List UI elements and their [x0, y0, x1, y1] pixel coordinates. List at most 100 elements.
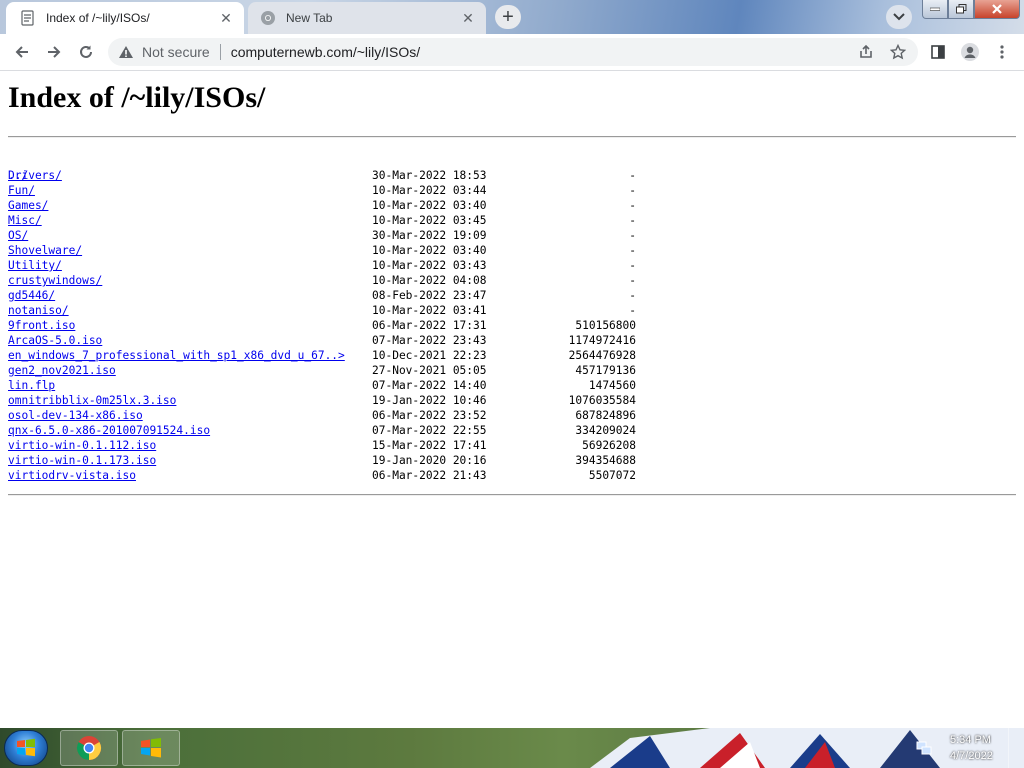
clock-time[interactable]: 5:34 PM [950, 734, 991, 746]
list-item: notaniso/10-Mar-2022 03:41 - [8, 303, 636, 318]
list-item: qnx-6.5.0-x86-201007091524.iso 07-Mar-202… [8, 423, 636, 438]
entry-size: - [629, 259, 636, 272]
list-item: virtio-win-0.1.112.iso 15-Mar-2022 17:41 5… [8, 438, 636, 453]
show-desktop-button[interactable] [1008, 728, 1022, 768]
entry-link[interactable]: virtio-win-0.1.173.iso [8, 453, 156, 468]
entry-link[interactable]: OS/ [8, 228, 28, 243]
entry-date: 30-Mar-2022 18:53 [372, 169, 487, 182]
entry-date: 07-Mar-2022 22:55 [372, 424, 487, 437]
entry-link[interactable]: Shovelware/ [8, 243, 82, 258]
chrome-favicon-icon [260, 10, 276, 26]
entry-size: 2564476928 [568, 349, 636, 362]
entry-date: 27-Nov-2021 05:05 [372, 364, 487, 377]
entry-link[interactable]: virtiodrv-vista.iso [8, 468, 136, 483]
kebab-menu-icon[interactable] [988, 38, 1016, 66]
entry-size: 5507072 [588, 469, 636, 482]
network-icon[interactable] [916, 740, 932, 756]
list-item: Drivers/30-Mar-2022 18:53 - [8, 168, 636, 183]
entry-size: - [629, 229, 636, 242]
system-tray: 5:34 PM 4/7/2022 [910, 728, 1024, 768]
list-item: omnitribblix-0m25lx.3.iso 19-Jan-2022 10:… [8, 393, 636, 408]
entry-link[interactable]: Fun/ [8, 183, 35, 198]
top-divider [8, 136, 1016, 138]
tab-index-of-isos[interactable]: Index of /~lily/ISOs/ ✕ [6, 2, 244, 34]
share-icon[interactable] [852, 38, 880, 66]
list-item: ArcaOS-5.0.iso 07-Mar-2022 23:43 117497241… [8, 333, 636, 348]
list-item: OS/30-Mar-2022 19:09 - [8, 228, 636, 243]
tab-close-icon[interactable]: ✕ [458, 8, 478, 28]
entry-link[interactable]: Utility/ [8, 258, 62, 273]
minimize-icon[interactable] [922, 0, 948, 19]
list-item: en_windows_7_professional_with_sp1_x86_d… [8, 348, 636, 363]
tab-search-chevron-icon[interactable] [886, 5, 912, 29]
list-item: Shovelware/10-Mar-2022 03:40 - [8, 243, 636, 258]
entry-date: 06-Mar-2022 21:43 [372, 469, 487, 482]
taskbar-chrome-icon[interactable] [60, 730, 118, 766]
tab-new-tab[interactable]: New Tab ✕ [248, 2, 486, 34]
security-indicator[interactable]: Not secure [108, 44, 210, 60]
start-button-windows-icon[interactable] [4, 730, 48, 766]
entry-date: 10-Mar-2022 03:41 [372, 304, 487, 317]
entry-link[interactable]: notaniso/ [8, 303, 69, 318]
entry-date: 08-Feb-2022 23:47 [372, 289, 487, 302]
entry-link[interactable]: virtio-win-0.1.112.iso [8, 438, 156, 453]
page-favicon-icon [20, 10, 36, 26]
page-heading: Index of /~lily/ISOs/ [8, 81, 266, 114]
entry-link[interactable]: qnx-6.5.0-x86-201007091524.iso [8, 423, 210, 438]
new-tab-plus-icon[interactable]: + [495, 5, 521, 29]
screen: Index of /~lily/ISOs/ ✕ New Tab ✕ + Not … [0, 0, 1024, 768]
profile-avatar-icon[interactable] [956, 38, 984, 66]
entry-link[interactable]: lin.flp [8, 378, 55, 393]
entry-size: - [629, 214, 636, 227]
entry-size: 687824896 [575, 409, 636, 422]
entry-size: - [629, 169, 636, 182]
entry-date: 10-Mar-2022 03:40 [372, 244, 487, 257]
bookmark-star-icon[interactable] [884, 38, 912, 66]
entry-link[interactable]: osol-dev-134-x86.iso [8, 408, 143, 423]
list-item-parent: ../ [8, 153, 62, 182]
list-item: virtio-win-0.1.173.iso 19-Jan-2020 20:16 3… [8, 453, 636, 468]
tab-title: Index of /~lily/ISOs/ [46, 11, 150, 25]
close-window-icon[interactable] [974, 0, 1020, 19]
entry-size: - [629, 244, 636, 257]
back-arrow-icon[interactable] [8, 38, 36, 66]
entry-date: 10-Mar-2022 03:44 [372, 184, 487, 197]
list-item: Misc/10-Mar-2022 03:45 - [8, 213, 636, 228]
entry-date: 10-Mar-2022 03:43 [372, 259, 487, 272]
warning-triangle-icon [119, 46, 133, 58]
side-panel-icon[interactable] [924, 38, 952, 66]
url-text[interactable]: computernewb.com/~lily/ISOs/ [231, 44, 420, 60]
tab-title: New Tab [286, 11, 333, 25]
entry-date: 06-Mar-2022 17:31 [372, 319, 487, 332]
entry-link[interactable]: gen2_nov2021.iso [8, 363, 116, 378]
entry-link[interactable]: omnitribblix-0m25lx.3.iso [8, 393, 176, 408]
entry-date: 07-Mar-2022 14:40 [372, 379, 487, 392]
entry-link[interactable]: gd5446/ [8, 288, 55, 303]
browser-toolbar: Not secure computernewb.com/~lily/ISOs/ [0, 34, 1024, 71]
entry-link[interactable]: Games/ [8, 198, 48, 213]
entry-size: - [629, 274, 636, 287]
entry-link[interactable]: crustywindows/ [8, 273, 102, 288]
clock-date[interactable]: 4/7/2022 [950, 750, 993, 762]
taskbar-windows-explorer-icon[interactable] [122, 730, 180, 766]
forward-arrow-icon[interactable] [40, 38, 68, 66]
entry-size: - [629, 184, 636, 197]
list-item: gen2_nov2021.iso 27-Nov-2021 05:05 4571791… [8, 363, 636, 378]
entry-size: 1076035584 [568, 394, 636, 407]
not-secure-label: Not secure [142, 44, 210, 60]
entry-link[interactable]: Misc/ [8, 213, 42, 228]
entry-link[interactable]: en_windows_7_professional_with_sp1_x86_d… [8, 348, 345, 363]
entry-link[interactable]: 9front.iso [8, 318, 75, 333]
restore-icon[interactable] [948, 0, 974, 19]
entry-date: 10-Mar-2022 04:08 [372, 274, 487, 287]
entry-date: 19-Jan-2022 10:46 [372, 394, 487, 407]
entry-date: 06-Mar-2022 23:52 [372, 409, 487, 422]
entry-link[interactable]: ArcaOS-5.0.iso [8, 333, 102, 348]
reload-icon[interactable] [72, 38, 100, 66]
address-bar[interactable]: Not secure computernewb.com/~lily/ISOs/ [108, 38, 918, 66]
entry-size: 510156800 [575, 319, 636, 332]
tab-close-icon[interactable]: ✕ [216, 8, 236, 28]
list-item: Fun/10-Mar-2022 03:44 - [8, 183, 636, 198]
tab-strip: Index of /~lily/ISOs/ ✕ New Tab ✕ + [0, 0, 1024, 34]
entry-link[interactable]: Drivers/ [8, 168, 62, 183]
